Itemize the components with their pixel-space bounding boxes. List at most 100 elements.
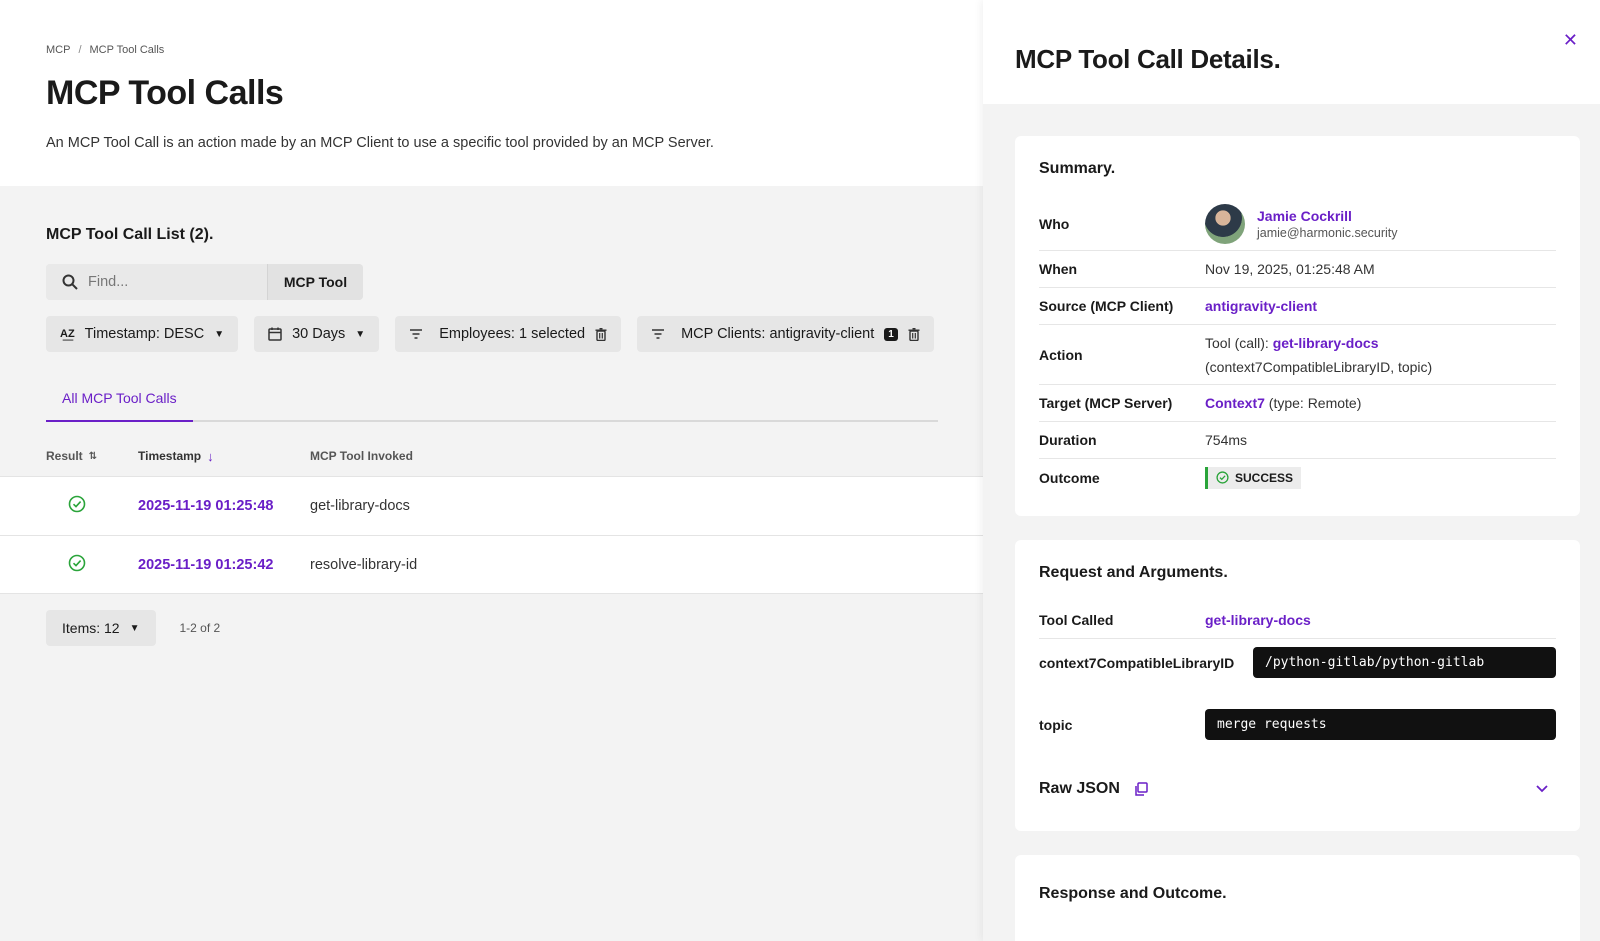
action-label: Action bbox=[1039, 346, 1083, 363]
duration-value: 754ms bbox=[1205, 432, 1248, 448]
trash-icon[interactable] bbox=[908, 327, 920, 341]
result-cell bbox=[46, 554, 138, 576]
success-check-icon bbox=[68, 495, 86, 513]
table-row[interactable]: 2025-11-19 01:25:42 resolve-library-id bbox=[0, 535, 984, 594]
search-box bbox=[46, 264, 267, 300]
who-label: Who bbox=[1039, 216, 1070, 232]
argument-label: context7CompatibleLibraryID bbox=[1039, 655, 1235, 671]
who-value: Jamie Cockrill jamie@harmonic.security bbox=[1205, 198, 1556, 250]
avatar bbox=[1205, 204, 1245, 244]
date-range-label: 30 Days bbox=[292, 326, 346, 342]
calendar-icon bbox=[268, 327, 282, 341]
copy-icon[interactable] bbox=[1134, 782, 1148, 796]
summary-title: Summary. bbox=[1039, 160, 1116, 177]
employees-filter-label: Employees: 1 selected bbox=[439, 326, 586, 342]
table-row[interactable]: 2025-11-19 01:25:48 get-library-docs bbox=[0, 476, 984, 535]
caret-down-icon: ▼ bbox=[355, 328, 366, 340]
tab-all-mcp-tool-calls[interactable]: All MCP Tool Calls bbox=[46, 376, 193, 422]
raw-json-toggle[interactable]: Raw JSON bbox=[1039, 767, 1556, 811]
breadcrumb: MCP / MCP Tool Calls bbox=[46, 44, 938, 56]
argument-value-code: /python-gitlab/python-gitlab bbox=[1253, 647, 1556, 678]
action-tool-link[interactable]: get-library-docs bbox=[1273, 335, 1379, 351]
response-title: Response and Outcome. bbox=[1039, 885, 1227, 902]
result-cell bbox=[46, 495, 138, 517]
page-count: 1-2 of 2 bbox=[179, 621, 221, 635]
when-row: When Nov 19, 2025, 01:25:48 AM bbox=[1039, 251, 1556, 288]
tool-call-table: Result ⇅ Timestamp ↓ MCP Tool Invoked 20… bbox=[0, 436, 984, 594]
argument-value-code: merge requests bbox=[1205, 709, 1556, 740]
page-title: MCP Tool Calls bbox=[46, 74, 284, 112]
page-description: An MCP Tool Call is an action made by an… bbox=[46, 135, 714, 151]
source-label: Source (MCP Client) bbox=[1039, 298, 1174, 314]
tool-called-label: Tool Called bbox=[1039, 612, 1114, 628]
filter-icon bbox=[652, 329, 665, 339]
arrow-down-icon: ↓ bbox=[207, 448, 214, 464]
column-label: Timestamp bbox=[138, 449, 202, 463]
success-check-icon bbox=[68, 554, 86, 571]
argument-row: topic merge requests bbox=[1039, 701, 1556, 763]
who-row: Who Jamie Cockrill jamie@harmonic.securi… bbox=[1039, 198, 1556, 251]
tool-called-row: Tool Called get-library-docs bbox=[1039, 602, 1556, 639]
tool-name: resolve-library-id bbox=[310, 556, 418, 573]
mcp-clients-filter-label: MCP Clients: antigravity-client bbox=[681, 326, 875, 342]
target-label: Target (MCP Server) bbox=[1039, 395, 1173, 411]
action-row: Action Tool (call): get-library-docs (co… bbox=[1039, 325, 1556, 385]
mcp-clients-filter[interactable]: MCP Clients: antigravity-client 1 bbox=[637, 316, 934, 352]
duration-label: Duration bbox=[1039, 432, 1097, 448]
list-section: MCP Tool Call List (2). MCP Tool A͟Z Tim… bbox=[0, 186, 984, 422]
trash-icon[interactable] bbox=[595, 327, 607, 341]
user-name-link[interactable]: Jamie Cockrill bbox=[1257, 208, 1398, 224]
sort-label: Timestamp: DESC bbox=[84, 326, 205, 342]
drawer-header: MCP Tool Call Details. ✕ bbox=[983, 0, 1600, 104]
tab-bar: All MCP Tool Calls bbox=[46, 376, 938, 422]
request-card: Request and Arguments. Tool Called get-l… bbox=[1015, 540, 1580, 831]
summary-card: Summary. Who Jamie Cockrill jamie@harmon… bbox=[1015, 136, 1580, 516]
user-email: jamie@harmonic.security bbox=[1257, 226, 1398, 240]
filter-bar: A͟Z Timestamp: DESC ▼ 30 Days ▼ Employee… bbox=[46, 316, 938, 352]
argument-label: topic bbox=[1039, 717, 1073, 733]
list-title: MCP Tool Call List (2). bbox=[46, 226, 214, 243]
argument-row: context7CompatibleLibraryID /python-gitl… bbox=[1039, 639, 1556, 701]
timestamp-link[interactable]: 2025-11-19 01:25:48 bbox=[138, 498, 310, 514]
target-type: (type: Remote) bbox=[1268, 395, 1362, 411]
search-input[interactable] bbox=[88, 274, 248, 290]
outcome-label: Outcome bbox=[1039, 469, 1100, 486]
date-range-dropdown[interactable]: 30 Days ▼ bbox=[254, 316, 380, 352]
close-icon[interactable]: ✕ bbox=[1563, 30, 1578, 51]
tool-called-link[interactable]: get-library-docs bbox=[1205, 612, 1311, 628]
breadcrumb-mcp[interactable]: MCP bbox=[46, 44, 70, 56]
duration-row: Duration 754ms bbox=[1039, 422, 1556, 459]
items-per-page-dropdown[interactable]: Items: 12 ▼ bbox=[46, 610, 156, 646]
page-header: MCP / MCP Tool Calls MCP Tool Calls An M… bbox=[0, 0, 984, 186]
target-link[interactable]: Context7 bbox=[1205, 395, 1265, 411]
when-label: When bbox=[1039, 261, 1078, 277]
sort-az-icon: A͟Z bbox=[60, 328, 75, 340]
when-value: Nov 19, 2025, 01:25:48 AM bbox=[1205, 261, 1375, 277]
column-header-tool: MCP Tool Invoked bbox=[310, 449, 413, 463]
request-title: Request and Arguments. bbox=[1039, 564, 1228, 581]
target-row: Target (MCP Server) Context7 (type: Remo… bbox=[1039, 385, 1556, 422]
mcp-clients-count-badge: 1 bbox=[884, 327, 898, 341]
source-row: Source (MCP Client) antigravity-client bbox=[1039, 288, 1556, 325]
action-value: Tool (call): get-library-docs (context7C… bbox=[1205, 331, 1556, 379]
search-icon bbox=[62, 274, 78, 290]
tool-name: get-library-docs bbox=[310, 498, 410, 514]
filter-icon bbox=[410, 329, 423, 339]
drawer-body: Summary. Who Jamie Cockrill jamie@harmon… bbox=[983, 104, 1600, 941]
chevron-down-icon[interactable] bbox=[1536, 785, 1548, 793]
action-prefix: Tool (call): bbox=[1205, 334, 1269, 351]
drawer-title: MCP Tool Call Details. bbox=[1015, 44, 1281, 74]
source-link[interactable]: antigravity-client bbox=[1205, 298, 1317, 314]
pagination: Items: 12 ▼ 1-2 of 2 bbox=[0, 594, 984, 662]
action-args: (context7CompatibleLibraryID, topic) bbox=[1205, 358, 1433, 375]
items-per-page-label: Items: 12 bbox=[62, 620, 120, 636]
caret-down-icon: ▼ bbox=[214, 328, 225, 340]
search-bar: MCP Tool bbox=[46, 264, 363, 300]
search-scope-button[interactable]: MCP Tool bbox=[267, 264, 363, 300]
column-header-result[interactable]: Result ⇅ bbox=[46, 449, 138, 463]
column-header-timestamp[interactable]: Timestamp ↓ bbox=[138, 449, 310, 464]
raw-json-label: Raw JSON bbox=[1039, 780, 1120, 797]
sort-dropdown[interactable]: A͟Z Timestamp: DESC ▼ bbox=[46, 316, 239, 352]
employees-filter[interactable]: Employees: 1 selected bbox=[395, 316, 622, 352]
timestamp-link[interactable]: 2025-11-19 01:25:42 bbox=[138, 557, 310, 573]
